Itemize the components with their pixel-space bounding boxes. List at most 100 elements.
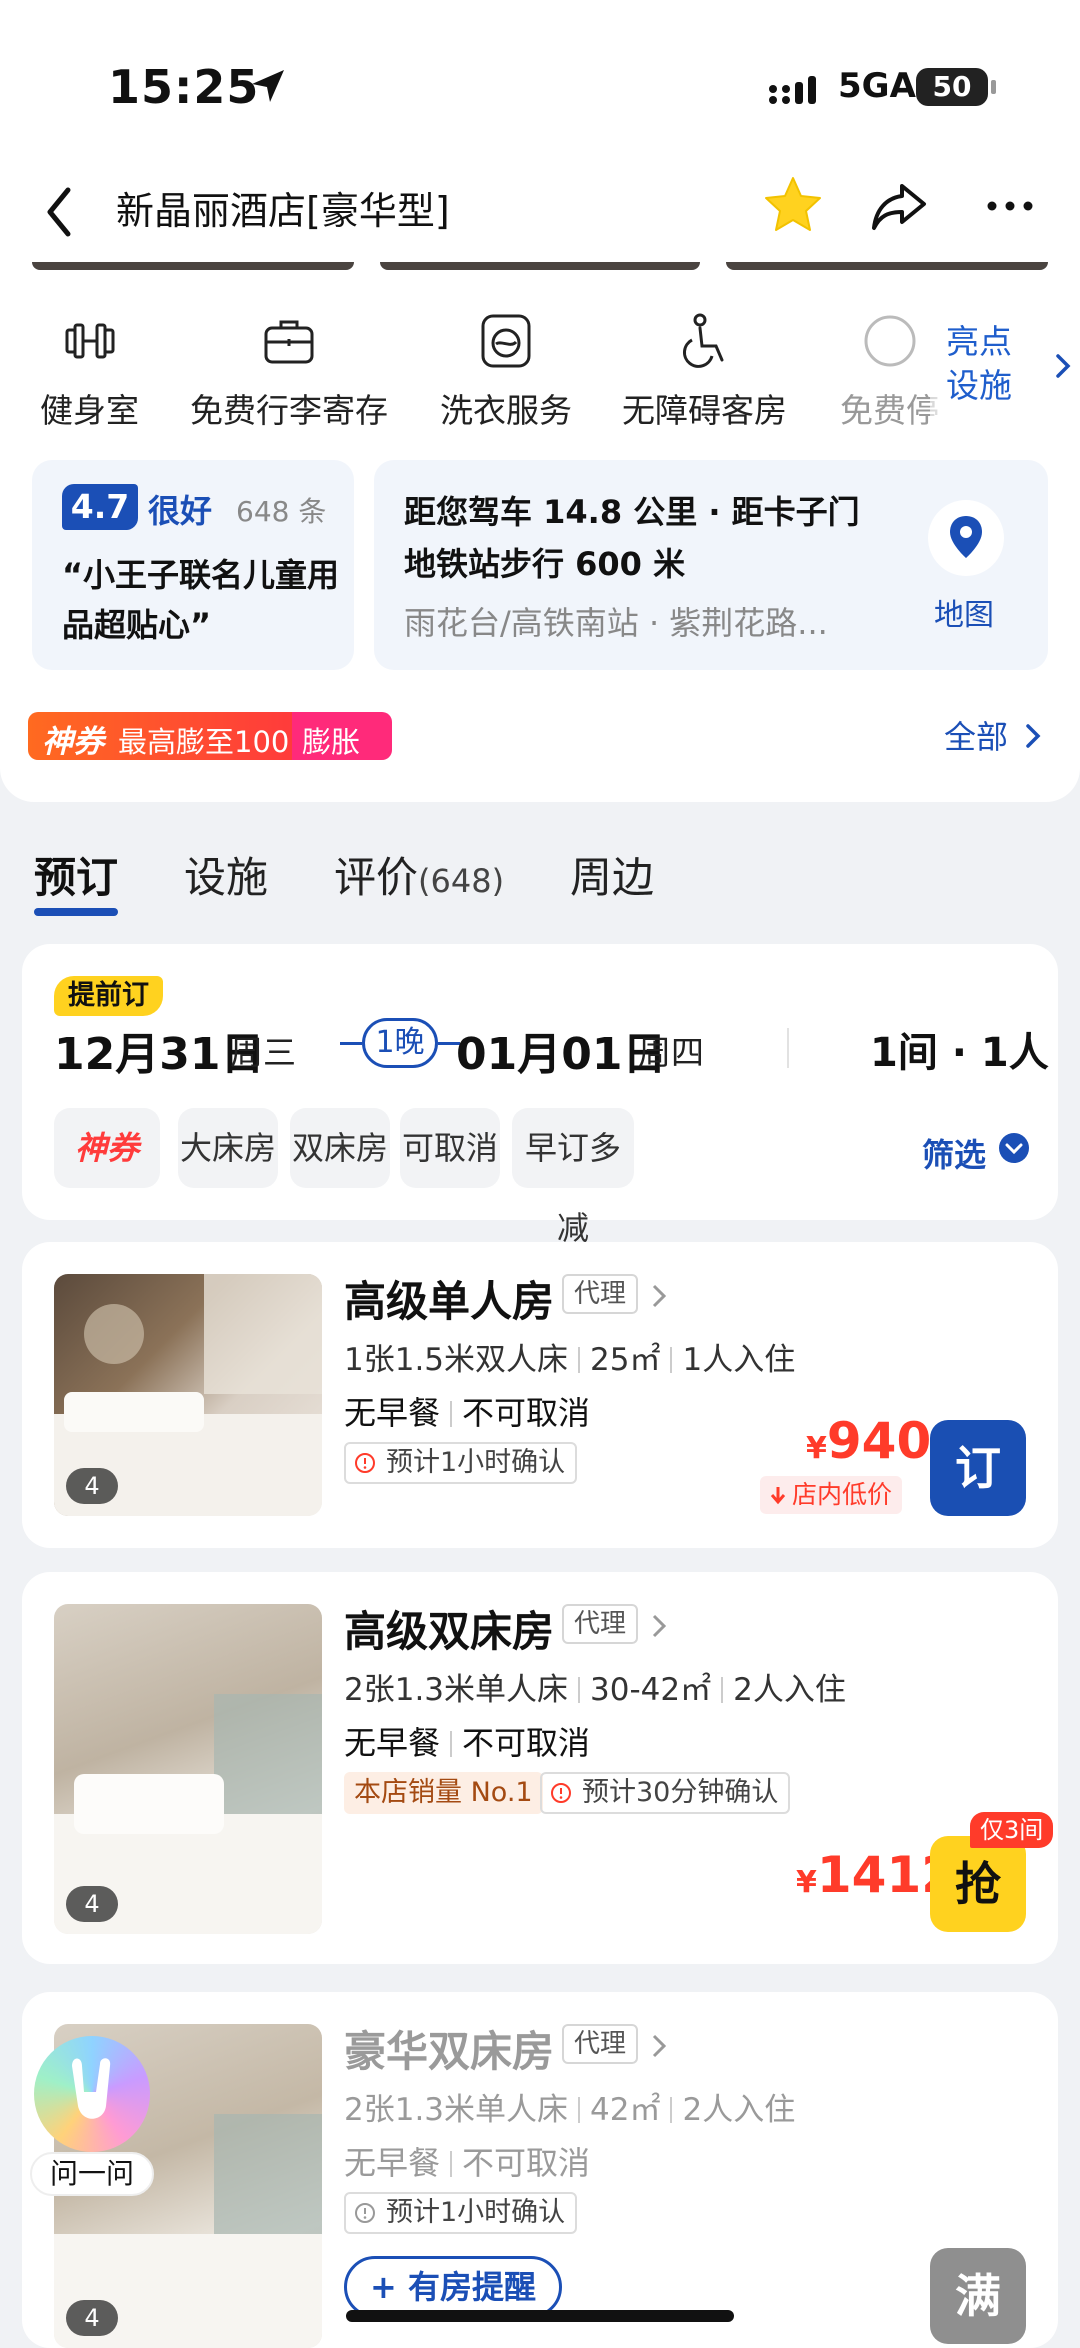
chevron-right-icon bbox=[652, 2034, 667, 2058]
rating-score: 4.7 bbox=[62, 484, 138, 530]
grab-button[interactable]: 抢 bbox=[930, 1836, 1026, 1932]
filter-chip-cancellable[interactable]: 可取消 bbox=[400, 1108, 500, 1188]
facility-label: 免费行李寄存 bbox=[190, 391, 388, 430]
facility-item-gym[interactable]: 健身室 bbox=[40, 312, 139, 432]
agent-tag: 代理 bbox=[562, 1274, 639, 1314]
nights-indicator: 1晚 bbox=[340, 1014, 460, 1072]
room-policy: 无早餐 不可取消 bbox=[344, 1388, 590, 1434]
location-card[interactable]: 距您驾车 14.8 公里 · 距卡子门地铁站步行 600 米 雨花台/高铁南站 … bbox=[374, 460, 1048, 670]
nav-header: 新晶丽酒店[豪华型] bbox=[0, 160, 1080, 270]
room-cancel: 不可取消 bbox=[462, 2144, 591, 2182]
room-specs: 2张1.3米单人床 30-42㎡ 2人入住 bbox=[344, 1664, 846, 1709]
facility-item-parking[interactable]: 免费停 bbox=[840, 312, 939, 432]
room-photo[interactable]: 4 bbox=[54, 1274, 322, 1516]
availability-reminder-button[interactable]: + 有房提醒 bbox=[344, 2256, 562, 2318]
check-in-weekday: 周三 bbox=[230, 1033, 296, 1072]
room-photo[interactable]: 4 bbox=[54, 1604, 322, 1934]
back-arrow-icon[interactable] bbox=[36, 176, 84, 248]
room-price: ¥940 bbox=[806, 1412, 931, 1470]
network-label: 5GA bbox=[838, 66, 916, 106]
filter-chip-king[interactable]: 大床房 bbox=[178, 1108, 278, 1188]
highlight-facilities-button[interactable]: 亮点 设施 bbox=[930, 320, 1080, 430]
room-name: 高级单人房 bbox=[344, 1277, 555, 1326]
facility-label: 免费停 bbox=[840, 391, 939, 430]
filter-chip-twin[interactable]: 双床房 bbox=[290, 1108, 390, 1188]
rating-card[interactable]: 4.7 很好 648 条 “小王子联名儿童用品超贴心” bbox=[32, 460, 354, 670]
battery-level: 50 bbox=[932, 70, 972, 103]
tab-facilities[interactable]: 设施 bbox=[184, 844, 268, 905]
room-beds: 2张1.3米单人床 bbox=[344, 2092, 569, 2128]
sales-rank-tag: 本店销量 No.1 bbox=[344, 1772, 543, 1814]
sold-out-button[interactable]: 满 bbox=[930, 2248, 1026, 2344]
room-card[interactable]: 4 高级双床房 代理 2张1.3米单人床 30-42㎡ 2人入住 无早餐 不可取消 本… bbox=[22, 1572, 1058, 1964]
confirm-time-tag: 预计1小时确认 bbox=[344, 1442, 578, 1484]
photo-strip-2[interactable] bbox=[380, 262, 700, 270]
room-card[interactable]: 4 豪华双床房 代理 2张1.3米单人床 42㎡ 2人入住 无早餐 不可取消 预计1小… bbox=[22, 1992, 1058, 2348]
photo-strip-3[interactable] bbox=[726, 262, 1048, 270]
rooms-guests-selector[interactable]: 1间 · 1人 bbox=[870, 1020, 1049, 1078]
favorite-star-icon[interactable] bbox=[762, 174, 824, 236]
filter-chip-early[interactable]: 早订多减 bbox=[512, 1108, 634, 1247]
facility-item-laundry[interactable]: 洗衣服务 bbox=[440, 312, 572, 432]
signal-icon bbox=[769, 76, 816, 104]
room-card[interactable]: 4 高级单人房 代理 1张1.5米双人床 25㎡ 1人入住 无早餐 不可取消 预计1小… bbox=[22, 1242, 1058, 1548]
tab-reviews-label: 评价 bbox=[334, 853, 419, 902]
rating-level: 很好 bbox=[148, 492, 213, 530]
review-quote: “小王子联名儿童用品超贴心” bbox=[62, 556, 340, 644]
tab-booking[interactable]: 预订 bbox=[34, 844, 118, 905]
section-tabs: 预订 设施 评价(648) 周边 bbox=[0, 820, 1080, 930]
photo-count: 4 bbox=[66, 2300, 118, 2336]
agent-tag: 代理 bbox=[562, 1604, 639, 1644]
alert-circle-icon bbox=[551, 1783, 571, 1803]
currency-symbol: ¥ bbox=[796, 1865, 817, 1900]
coupon-main: 神券 最高膨至100 bbox=[28, 712, 292, 760]
chevron-right-icon bbox=[652, 1614, 667, 1638]
agent-tag: 代理 bbox=[562, 2024, 639, 2064]
facility-item-luggage[interactable]: 免费行李寄存 bbox=[190, 312, 388, 432]
tab-reviews[interactable]: 评价(648) bbox=[334, 844, 504, 905]
facility-item-accessible[interactable]: 无障碍客房 bbox=[622, 312, 787, 432]
alert-circle-icon bbox=[355, 1453, 375, 1473]
location-arrow-icon bbox=[252, 70, 284, 102]
arrow-down-icon bbox=[770, 1487, 786, 1505]
coupon-boost-label: 膨胀 bbox=[302, 725, 361, 759]
room-photo-image bbox=[54, 1694, 322, 1934]
coupon-boost: 膨胀 bbox=[292, 712, 392, 760]
stock-left-tag: 仅3间 bbox=[970, 1812, 1054, 1848]
map-label: 地图 bbox=[934, 598, 994, 633]
room-specs: 1张1.5米双人床 25㎡ 1人入住 bbox=[344, 1334, 795, 1379]
low-price-tag: 店内低价 bbox=[760, 1476, 903, 1514]
highlight-line1: 亮点 bbox=[946, 322, 1012, 361]
distance-info: 距您驾车 14.8 公里 · 距卡子门地铁站步行 600 米 bbox=[404, 493, 860, 583]
parking-icon bbox=[864, 315, 915, 367]
room-beds: 2张1.3米单人床 bbox=[344, 1672, 569, 1708]
address-text: 雨花台/高铁南站 · 紫荆花路... bbox=[404, 604, 828, 642]
room-policy: 无早餐 不可取消 bbox=[344, 1718, 590, 1764]
battery-icon: 50 bbox=[916, 68, 996, 106]
currency-symbol: ¥ bbox=[806, 1431, 827, 1466]
tab-nearby[interactable]: 周边 bbox=[570, 844, 654, 905]
check-out-date[interactable]: 01月01日 bbox=[456, 1018, 666, 1082]
map-button[interactable] bbox=[928, 500, 1004, 576]
photo-count: 4 bbox=[66, 1468, 118, 1504]
photo-strip-1[interactable] bbox=[32, 262, 354, 270]
confirm-time-tag: 预计1小时确认 bbox=[344, 2192, 578, 2234]
photo-count: 4 bbox=[66, 1886, 118, 1922]
more-options-icon[interactable] bbox=[980, 176, 1040, 236]
room-breakfast: 无早餐 bbox=[344, 1724, 441, 1762]
tab-reviews-count: (648) bbox=[418, 862, 505, 900]
review-count: 648 条 bbox=[236, 495, 327, 528]
book-button[interactable]: 订 bbox=[930, 1420, 1026, 1516]
hotel-title: 新晶丽酒店[豪华型] bbox=[116, 189, 450, 233]
filter-button[interactable]: 筛选 bbox=[922, 1130, 986, 1176]
room-policy: 无早餐 不可取消 bbox=[344, 2138, 590, 2184]
room-occupancy: 1人入住 bbox=[682, 1342, 796, 1378]
filter-chip-coupon[interactable]: 神券 bbox=[54, 1108, 160, 1188]
ai-assistant-button[interactable]: 问一问 bbox=[30, 2036, 154, 2206]
share-icon[interactable] bbox=[868, 176, 930, 236]
alert-circle-icon bbox=[355, 2203, 375, 2223]
room-name: 豪华双床房 bbox=[344, 2027, 555, 2076]
room-occupancy: 2人入住 bbox=[682, 2092, 796, 2128]
all-coupons-link[interactable]: 全部 bbox=[944, 712, 1008, 758]
room-beds: 1张1.5米双人床 bbox=[344, 1342, 569, 1378]
